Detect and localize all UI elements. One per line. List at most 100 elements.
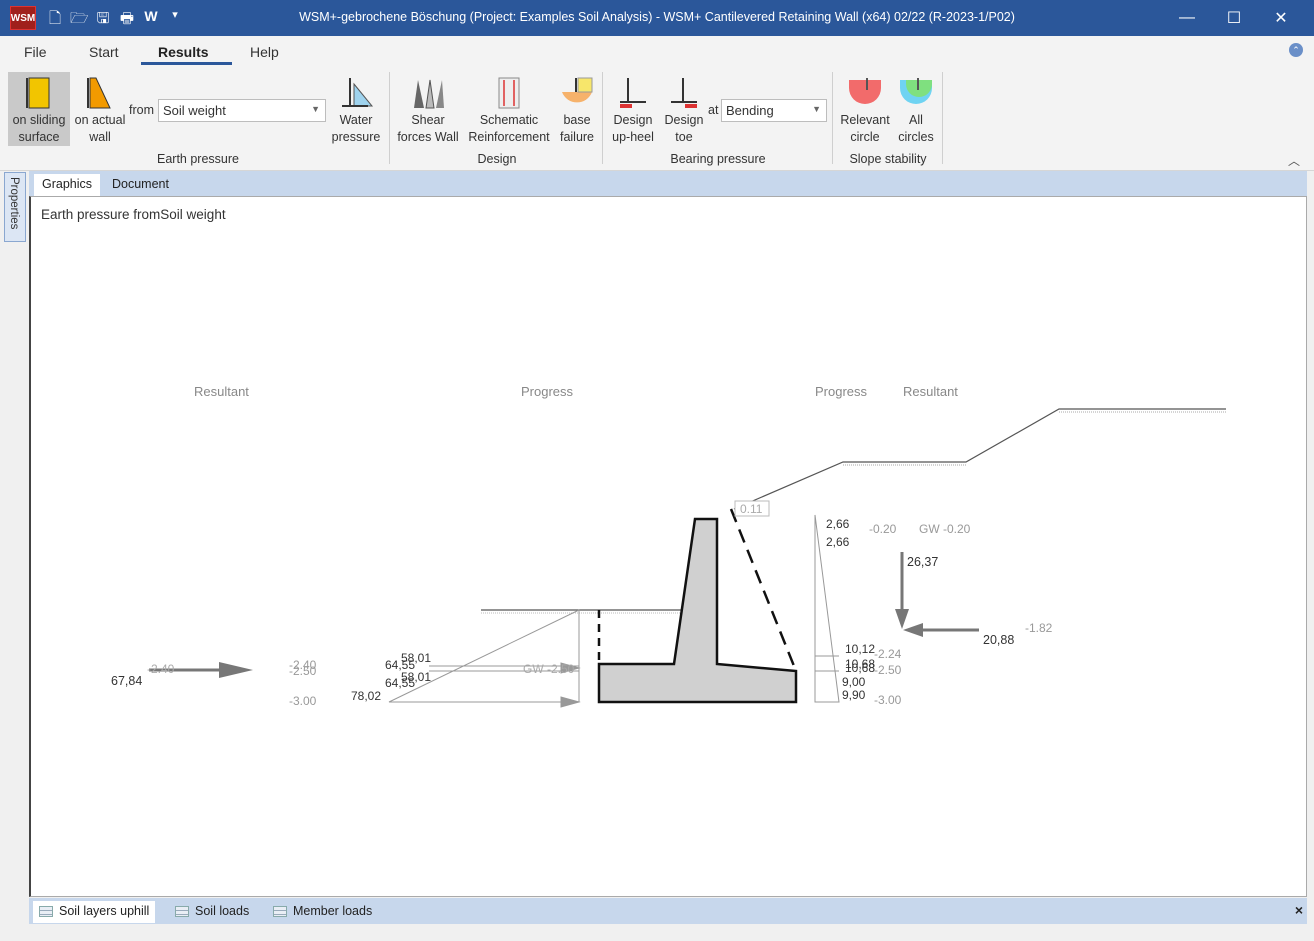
left-level-b: -2.50 <box>289 664 317 678</box>
group-label-bearing-pressure: Bearing pressure <box>670 152 766 166</box>
from-label: from <box>129 103 154 117</box>
water-pressure-button[interactable]: Water pressure <box>328 72 384 146</box>
up-heel-label-1: Design <box>613 113 653 127</box>
chevron-down-icon: ▼ <box>812 104 821 114</box>
properties-label: Properties <box>8 177 20 230</box>
vertical-resultant-value: 26,37 <box>907 555 938 569</box>
right-horizontal-level: -1.82 <box>1025 621 1053 635</box>
close-panel-icon[interactable]: × <box>1295 902 1303 918</box>
group-separator <box>602 72 603 164</box>
ribbon: on sliding surface on actual wall from S… <box>0 68 1314 171</box>
menu-file[interactable]: File <box>24 44 47 60</box>
menu-help[interactable]: Help <box>250 44 279 60</box>
toe-label-2: toe <box>675 130 693 144</box>
active-menu-indicator <box>141 62 232 65</box>
table-icon <box>175 906 189 917</box>
document-tab-strip: Graphics Document <box>29 171 1307 196</box>
title-bar: WSM 🗋 🗁 🖫 🖶 W ▾ WSM+-gebrochene Böschung… <box>0 0 1314 36</box>
close-window-button[interactable]: ✕ <box>1258 0 1304 36</box>
right-bottom-value-5: 9,90 <box>842 688 866 702</box>
design-up-heel-button[interactable]: Design up-heel <box>608 72 658 146</box>
group-separator <box>942 72 943 164</box>
left-resultant-value: 67,84 <box>111 674 142 688</box>
relevant-label-2: circle <box>850 130 880 144</box>
tab-document[interactable]: Document <box>104 174 177 196</box>
sliding-surface-icon <box>26 77 50 109</box>
actual-wall-label-1: on actual <box>74 113 126 127</box>
help-collapse-icon[interactable]: ⌃ <box>1289 43 1303 57</box>
terrain-downhill <box>481 609 695 614</box>
left-groundwater-label: GW -2.50 <box>523 662 575 676</box>
tab-soil-loads[interactable]: Soil loads <box>169 901 255 923</box>
earth-pressure-sliding-surface-button[interactable]: on sliding surface <box>8 72 70 146</box>
actual-wall-icon <box>87 77 111 109</box>
right-level-1: -2.24 <box>874 647 902 661</box>
header-resultant-right: Resultant <box>903 384 958 399</box>
reinforcement-icon <box>498 77 520 109</box>
right-bottom-value-3: 10,68 <box>845 661 875 675</box>
earth-pressure-actual-wall-button[interactable]: on actual wall <box>72 72 128 146</box>
at-select[interactable]: Bending ▼ <box>721 99 827 122</box>
menu-results[interactable]: Results <box>158 44 209 60</box>
from-select-value: Soil weight <box>163 103 226 118</box>
right-top-level: -0.20 <box>869 522 897 536</box>
up-heel-label-2: up-heel <box>612 130 654 144</box>
status-bar <box>0 924 1314 941</box>
base-label-1: base <box>563 113 591 127</box>
chevron-down-icon: ▼ <box>311 104 320 114</box>
base-failure-button[interactable]: base failure <box>556 72 598 146</box>
base-label-2: failure <box>559 130 595 144</box>
header-progress-left: Progress <box>521 384 574 399</box>
all-circles-icon <box>900 78 932 104</box>
at-label: at <box>708 103 719 117</box>
relevant-circle-icon <box>849 78 881 104</box>
group-label-slope-stability: Slope stability <box>849 152 927 166</box>
schematic-label-2: Reinforcement <box>468 130 550 144</box>
schematic-reinforcement-button[interactable]: Schematic Reinforcement <box>464 72 554 146</box>
all-circles-label-1: All <box>909 113 923 127</box>
relevant-label-1: Relevant <box>840 113 890 127</box>
right-top-value-2: 2,66 <box>826 535 850 549</box>
left-value-4: 64,55 <box>385 676 415 690</box>
tab-soil-loads-label: Soil loads <box>195 904 250 918</box>
group-separator <box>389 72 390 164</box>
base-failure-icon <box>562 77 593 103</box>
right-level-3: -3.00 <box>874 693 902 707</box>
sliding-surface-line <box>729 508 798 672</box>
right-top-value-1: 2,66 <box>826 517 850 531</box>
right-bottom-value-4: 9,00 <box>842 675 866 689</box>
terrain-uphill <box>733 408 1226 510</box>
tab-soil-layers-uphill[interactable]: Soil layers uphill <box>33 901 156 923</box>
maximize-button[interactable]: ☐ <box>1211 0 1257 36</box>
right-bottom-value-1: 10,12 <box>845 642 875 656</box>
table-icon <box>273 906 287 917</box>
menu-start[interactable]: Start <box>89 44 119 60</box>
sliding-label-1: on sliding <box>12 113 66 127</box>
left-level-c: -3.00 <box>289 694 317 708</box>
group-label-earth-pressure: Earth pressure <box>157 152 239 166</box>
horizontal-resultant-value: 20,88 <box>983 633 1014 647</box>
collapse-ribbon-icon[interactable]: ︿ <box>1288 152 1300 169</box>
shear-label-2: forces Wall <box>397 130 459 144</box>
tab-member-loads[interactable]: Member loads <box>267 901 378 923</box>
all-circles-button[interactable]: All circles <box>894 72 938 146</box>
water-label-1: Water <box>339 113 373 127</box>
water-pressure-icon <box>342 78 374 107</box>
from-select[interactable]: Soil weight ▼ <box>158 99 326 122</box>
header-resultant-left: Resultant <box>194 384 249 399</box>
shear-label-1: Shear <box>411 113 445 127</box>
shear-forces-wall-button[interactable]: Shear forces Wall <box>394 72 462 146</box>
earth-pressure-drawing: Resultant Progress Progress Resultant 0.… <box>111 384 1226 708</box>
sliding-label-2: surface <box>18 130 60 144</box>
toe-icon <box>671 78 697 108</box>
relevant-circle-button[interactable]: Relevant circle <box>836 72 894 146</box>
shear-forces-icon <box>414 79 444 109</box>
minimize-button[interactable]: — <box>1164 0 1210 36</box>
tab-graphics[interactable]: Graphics <box>34 174 101 196</box>
horizontal-resultant-arrow <box>903 623 979 637</box>
tab-soil-layers-uphill-label: Soil layers uphill <box>59 904 150 918</box>
properties-side-tab[interactable]: Properties <box>4 172 26 242</box>
graphics-canvas[interactable]: Earth pressure fromSoil weight Resultant… <box>29 196 1307 897</box>
design-toe-button[interactable]: Design toe <box>660 72 708 146</box>
up-heel-icon <box>620 78 646 108</box>
